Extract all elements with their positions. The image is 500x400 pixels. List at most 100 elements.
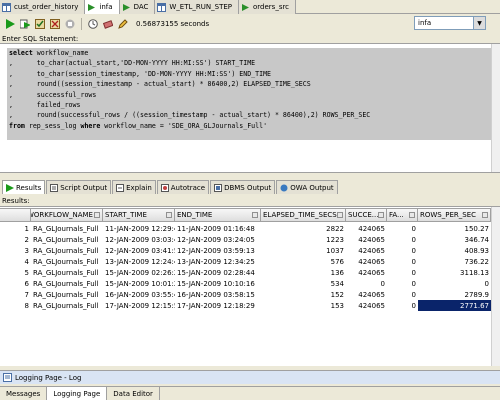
cell-successful-rows[interactable]: 424065 — [346, 289, 387, 300]
cell-elapsed-time[interactable]: 1223 — [261, 234, 346, 245]
cell-start-time[interactable]: 12-JAN-2009 03:41:56 — [103, 245, 175, 256]
cell-workflow-name[interactable]: RA_GLJournals_Full — [31, 267, 103, 278]
cell-failed-rows[interactable]: 0 — [387, 245, 418, 256]
column-header-successful-rows[interactable]: SUCCE... — [346, 208, 387, 222]
table-row[interactable]: 4 RA_GLJournals_Full 13-JAN-2009 12:24:4… — [0, 256, 491, 267]
cell-start-time[interactable]: 11-JAN-2009 12:29:46 — [103, 223, 175, 234]
table-row[interactable]: 2 RA_GLJournals_Full 12-JAN-2009 03:03:4… — [0, 234, 491, 245]
chevron-down-icon[interactable]: ▼ — [473, 17, 485, 29]
tab-owa-output[interactable]: OWA Output — [276, 180, 338, 194]
clear-button[interactable] — [102, 18, 114, 30]
cell-successful-rows[interactable]: 424065 — [346, 245, 387, 256]
cell-workflow-name[interactable]: RA_GLJournals_Full — [31, 278, 103, 289]
log-panel-header[interactable]: Logging Page - Log — [0, 370, 500, 384]
cell-rows-per-sec[interactable]: 2789.9 — [418, 289, 491, 300]
table-row[interactable]: 3 RA_GLJournals_Full 12-JAN-2009 03:41:5… — [0, 245, 491, 256]
column-header-rows-per-sec[interactable]: ROWS_PER_SEC — [418, 208, 491, 222]
tab-script-output[interactable]: Script Output — [46, 180, 112, 194]
cell-end-time[interactable]: 15-JAN-2009 10:10:16 — [175, 278, 261, 289]
tab-autotrace[interactable]: Autotrace — [156, 180, 210, 194]
cell-failed-rows[interactable]: 0 — [387, 256, 418, 267]
cell-workflow-name[interactable]: RA_GLJournals_Full — [31, 245, 103, 256]
cell-failed-rows[interactable]: 0 — [387, 289, 418, 300]
column-header-failed-rows[interactable]: FA... — [387, 208, 418, 222]
cell-rows-per-sec[interactable]: 150.27 — [418, 223, 491, 234]
cell-rows-per-sec-selected[interactable]: 2771.67 — [418, 300, 491, 311]
cell-successful-rows[interactable]: 424065 — [346, 267, 387, 278]
cell-successful-rows[interactable]: 0 — [346, 278, 387, 289]
grid-scrollbar[interactable] — [491, 207, 500, 366]
cell-end-time[interactable]: 11-JAN-2009 01:16:48 — [175, 223, 261, 234]
tab-w-etl-run-step[interactable]: W_ETL_RUN_STEP — [155, 0, 239, 14]
cell-successful-rows[interactable]: 424065 — [346, 223, 387, 234]
table-row[interactable]: 1 RA_GLJournals_Full 11-JAN-2009 12:29:4… — [0, 223, 491, 234]
connection-select[interactable]: infa ▼ — [414, 16, 486, 30]
sort-icon[interactable] — [409, 212, 415, 218]
cell-workflow-name[interactable]: RA_GLJournals_Full — [31, 289, 103, 300]
cell-failed-rows[interactable]: 0 — [387, 223, 418, 234]
results-grid[interactable]: WORKFLOW_NAME START_TIME END_TIME ELAPSE… — [0, 206, 500, 366]
cell-successful-rows[interactable]: 424065 — [346, 300, 387, 311]
tab-messages[interactable]: Messages — [0, 387, 48, 400]
cell-elapsed-time[interactable]: 153 — [261, 300, 346, 311]
cell-failed-rows[interactable]: 0 — [387, 234, 418, 245]
column-header-elapsed-time-secs[interactable]: ELAPSED_TIME_SECS — [261, 208, 346, 222]
column-header-workflow-name[interactable]: WORKFLOW_NAME — [31, 208, 103, 222]
cell-elapsed-time[interactable]: 136 — [261, 267, 346, 278]
tab-cust-order-history[interactable]: cust_order_history — [0, 0, 86, 14]
cell-failed-rows[interactable]: 0 — [387, 278, 418, 289]
rollback-button[interactable] — [49, 18, 61, 30]
sort-icon[interactable] — [482, 212, 488, 218]
cell-failed-rows[interactable]: 0 — [387, 300, 418, 311]
table-row[interactable]: 5 RA_GLJournals_Full 15-JAN-2009 02:26:2… — [0, 267, 491, 278]
sort-icon[interactable] — [337, 212, 343, 218]
sort-icon[interactable] — [252, 212, 258, 218]
commit-button[interactable] — [34, 18, 46, 30]
cell-start-time[interactable]: 12-JAN-2009 03:03:42 — [103, 234, 175, 245]
cell-elapsed-time[interactable]: 2822 — [261, 223, 346, 234]
cell-start-time[interactable]: 17-JAN-2009 12:15:56 — [103, 300, 175, 311]
cell-workflow-name[interactable]: RA_GLJournals_Full — [31, 300, 103, 311]
cell-end-time[interactable]: 13-JAN-2009 12:34:25 — [175, 256, 261, 267]
cell-rows-per-sec[interactable]: 736.22 — [418, 256, 491, 267]
cell-rows-per-sec[interactable]: 408.93 — [418, 245, 491, 256]
tab-dac[interactable]: DAC — [119, 0, 156, 14]
cancel-button[interactable] — [64, 18, 76, 30]
sort-icon[interactable] — [166, 212, 172, 218]
cell-end-time[interactable]: 12-JAN-2009 03:24:05 — [175, 234, 261, 245]
cell-start-time[interactable]: 16-JAN-2009 03:55:43 — [103, 289, 175, 300]
cell-end-time[interactable]: 12-JAN-2009 03:59:13 — [175, 245, 261, 256]
sql-history-button[interactable] — [87, 18, 99, 30]
cell-elapsed-time[interactable]: 152 — [261, 289, 346, 300]
cell-end-time[interactable]: 15-JAN-2009 02:28:44 — [175, 267, 261, 278]
cell-workflow-name[interactable]: RA_GLJournals_Full — [31, 256, 103, 267]
cell-rows-per-sec[interactable]: 3118.13 — [418, 267, 491, 278]
tab-infa[interactable]: infa — [85, 0, 120, 14]
cell-elapsed-time[interactable]: 534 — [261, 278, 346, 289]
cell-successful-rows[interactable]: 424065 — [346, 256, 387, 267]
tab-orders-src[interactable]: orders_src — [239, 0, 297, 14]
table-row[interactable]: 6 RA_GLJournals_Full 15-JAN-2009 10:01:2… — [0, 278, 491, 289]
table-row[interactable]: 7 RA_GLJournals_Full 16-JAN-2009 03:55:4… — [0, 289, 491, 300]
cell-successful-rows[interactable]: 424065 — [346, 234, 387, 245]
cell-workflow-name[interactable]: RA_GLJournals_Full — [31, 223, 103, 234]
sort-icon[interactable] — [94, 212, 100, 218]
cell-rows-per-sec[interactable]: 346.74 — [418, 234, 491, 245]
cell-elapsed-time[interactable]: 1037 — [261, 245, 346, 256]
cell-failed-rows[interactable]: 0 — [387, 267, 418, 278]
cell-rows-per-sec[interactable]: 0 — [418, 278, 491, 289]
editor-scrollbar[interactable] — [491, 44, 500, 172]
tab-results[interactable]: Results — [2, 180, 46, 194]
cell-end-time[interactable]: 17-JAN-2009 12:18:29 — [175, 300, 261, 311]
tab-logging-page[interactable]: Logging Page — [47, 387, 108, 400]
cell-start-time[interactable]: 15-JAN-2009 10:01:22 — [103, 278, 175, 289]
format-button[interactable] — [117, 18, 129, 30]
column-header-start-time[interactable]: START_TIME — [103, 208, 175, 222]
cell-start-time[interactable]: 15-JAN-2009 02:26:28 — [103, 267, 175, 278]
sql-editor[interactable]: select workflow_name , to_char(actual_sta… — [0, 43, 500, 173]
column-header-end-time[interactable]: END_TIME — [175, 208, 261, 222]
sort-icon[interactable] — [378, 212, 384, 218]
pane-splitter[interactable] — [0, 174, 500, 179]
cell-end-time[interactable]: 16-JAN-2009 03:58:15 — [175, 289, 261, 300]
cell-start-time[interactable]: 13-JAN-2009 12:24:49 — [103, 256, 175, 267]
